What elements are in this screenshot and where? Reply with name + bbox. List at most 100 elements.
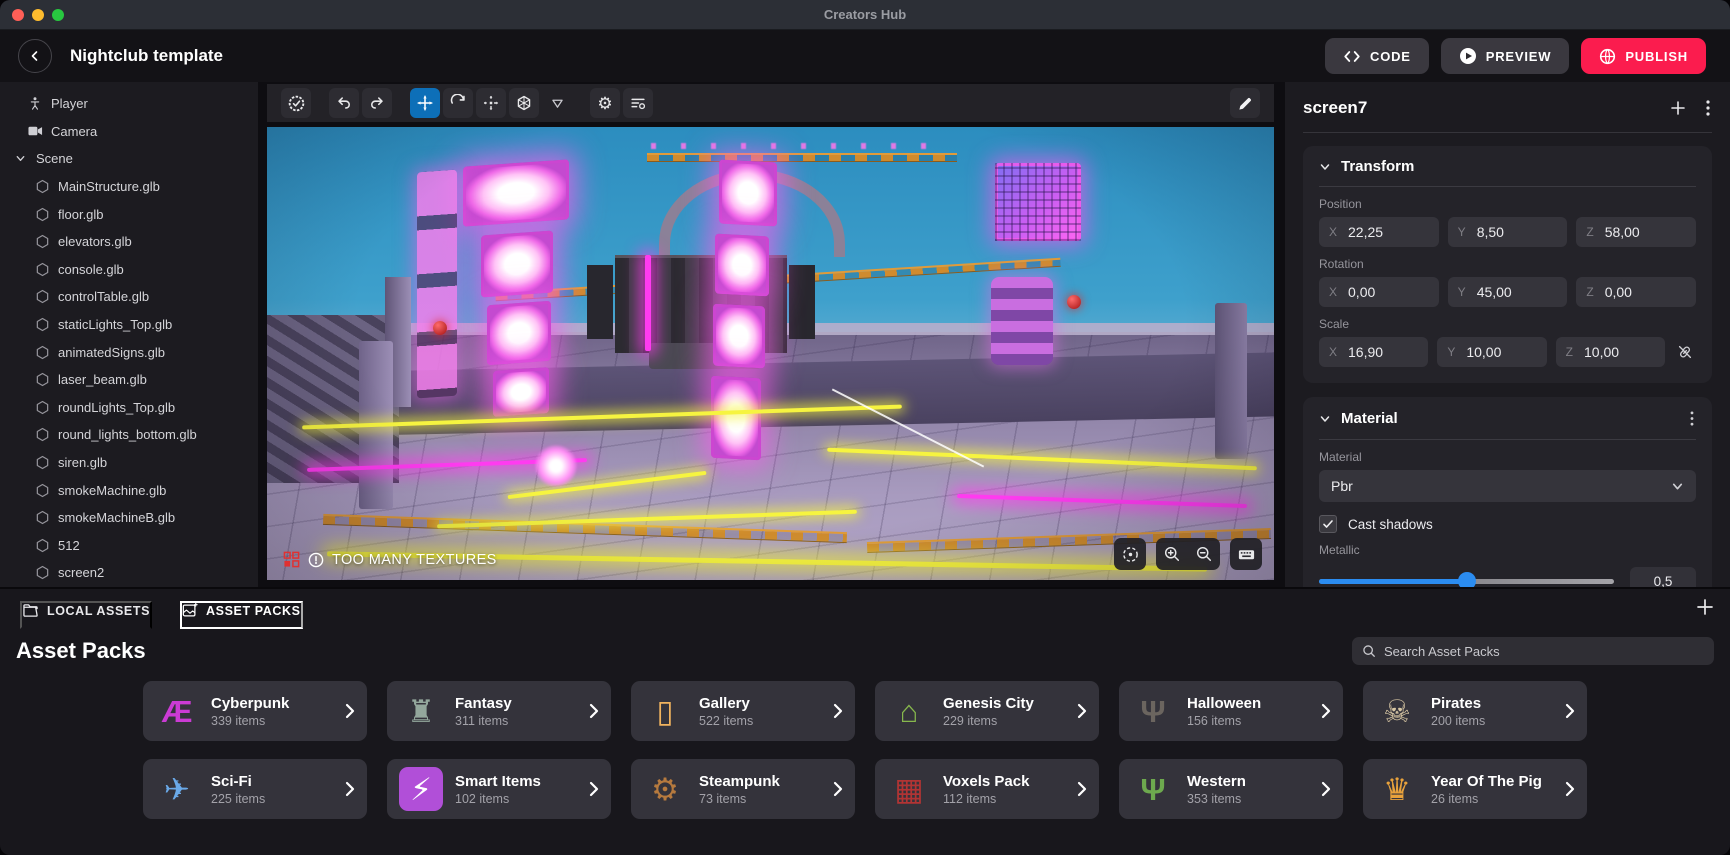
material-section-header[interactable]: Material [1319, 409, 1696, 428]
asset-pack-card-pirates[interactable]: ☠Pirates200 items [1363, 681, 1587, 741]
entity-hexagon-icon [34, 206, 50, 222]
tree-item-camera[interactable]: Camera [0, 118, 258, 146]
metallic-value-input[interactable]: 0,5 [1630, 567, 1696, 587]
tab-asset-packs[interactable]: ASSET PACKS [180, 601, 303, 629]
tree-item-label: elevators.glb [58, 234, 132, 249]
entity-hexagon-icon [34, 427, 50, 443]
move-tool-button[interactable] [410, 88, 440, 118]
publish-button[interactable]: PUBLISH [1581, 38, 1706, 74]
rotation-x-input[interactable]: X 0,00 [1319, 277, 1439, 307]
asset-pack-card-western[interactable]: ΨWestern353 items [1119, 759, 1343, 819]
viewport-controls [1114, 538, 1262, 570]
rotate-tool-button[interactable] [443, 88, 473, 118]
tree-item-elevators-glb[interactable]: elevators.glb [0, 228, 258, 256]
metallic-slider[interactable] [1319, 579, 1614, 584]
tree-item-round-lights-bottom-glb[interactable]: round_lights_bottom.glb [0, 421, 258, 449]
undo-button[interactable] [329, 88, 359, 118]
tree-item-controltable-glb[interactable]: controlTable.glb [0, 283, 258, 311]
add-component-button[interactable] [1668, 98, 1688, 118]
asset-pack-card-gallery[interactable]: ▯Gallery522 items [631, 681, 855, 741]
tree-item-smokemachine-glb[interactable]: smokeMachine.glb [0, 476, 258, 504]
asset-pack-name: Gallery [699, 694, 753, 714]
redo-button[interactable] [362, 88, 392, 118]
edit-pencil-button[interactable] [1230, 88, 1260, 118]
cast-shadows-label: Cast shadows [1348, 517, 1433, 532]
skull-crossbones-icon: ☠ [1375, 689, 1419, 733]
badge-check-button[interactable] [281, 88, 311, 118]
shortcuts-keyboard-icon [1237, 545, 1256, 564]
asset-pack-count: 229 items [943, 714, 1034, 728]
tree-item-mainstructure-glb[interactable]: MainStructure.glb [0, 173, 258, 201]
material-menu-button[interactable] [1688, 409, 1696, 428]
tree-item-label: Scene [36, 151, 73, 166]
zoom-window-button[interactable] [52, 9, 64, 21]
asset-pack-meta: Halloween156 items [1187, 694, 1261, 728]
focus-camera-button[interactable] [1114, 538, 1146, 570]
position-y-input[interactable]: Y8,50 [1448, 217, 1568, 247]
preview-button[interactable]: PREVIEW [1441, 38, 1570, 74]
project-title: Nightclub template [70, 46, 223, 66]
link-scale-button[interactable] [1674, 341, 1696, 363]
scale-y-input[interactable]: Y10,00 [1437, 337, 1546, 367]
entity-menu-button[interactable] [1704, 98, 1712, 118]
tree-item-console-glb[interactable]: console.glb [0, 256, 258, 284]
view-options-button[interactable] [623, 88, 653, 118]
zoom-in-button[interactable] [1156, 538, 1188, 570]
asset-pack-card-cyberpunk[interactable]: ÆCyberpunk339 items [143, 681, 367, 741]
scale-z-input[interactable]: Z10,00 [1556, 337, 1665, 367]
asset-pack-card-smart-items[interactable]: ⚡Smart Items102 items [387, 759, 611, 819]
minimize-window-button[interactable] [32, 9, 44, 21]
tab-local-assets[interactable]: LOCAL ASSETS [20, 601, 152, 629]
shortcuts-button[interactable] [1230, 538, 1262, 570]
settings-button[interactable]: ⚙ [590, 88, 620, 118]
metallic-slider-handle[interactable] [1458, 572, 1476, 587]
asset-pack-card-year-of-the-pig[interactable]: ♛Year Of The Pig26 items [1363, 759, 1587, 819]
badge-check-icon [287, 94, 306, 113]
asset-pack-name: Smart Items [455, 772, 541, 792]
tree-item-floor-glb[interactable]: floor.glb [0, 200, 258, 228]
asset-pack-card-halloween[interactable]: ΨHalloween156 items [1119, 681, 1343, 741]
axis-z-label: Z [1586, 285, 1593, 299]
tree-item-roundlights-top-glb[interactable]: roundLights_Top.glb [0, 394, 258, 422]
asset-pack-card-sci-fi[interactable]: ✈Sci-Fi225 items [143, 759, 367, 819]
asset-pack-card-voxels-pack[interactable]: ▦Voxels Pack112 items [875, 759, 1099, 819]
back-button[interactable] [18, 39, 52, 73]
tree-item-smokemachineb-glb[interactable]: smokeMachineB.glb [0, 504, 258, 532]
asset-pack-icon [182, 603, 198, 618]
rotation-z-input[interactable]: Z0,00 [1576, 277, 1696, 307]
asset-pack-count: 353 items [1187, 792, 1246, 806]
tree-item-scene[interactable]: Scene [0, 145, 258, 173]
gizmo-dropdown-button[interactable] [542, 88, 572, 118]
bounding-box-button[interactable] [509, 88, 539, 118]
transform-section-header[interactable]: Transform [1319, 158, 1696, 175]
viewport-3d-scene[interactable]: TOO MANY TEXTURES [267, 127, 1274, 580]
position-x-input[interactable]: X22,25 [1319, 217, 1439, 247]
position-z-input[interactable]: Z58,00 [1576, 217, 1696, 247]
tree-item-player[interactable]: Player [0, 90, 258, 118]
rotation-x-value: 0,00 [1348, 284, 1375, 300]
tree-item-screen2[interactable]: screen2 [0, 559, 258, 587]
asset-pack-card-fantasy[interactable]: ♜Fantasy311 items [387, 681, 611, 741]
rotation-y-input[interactable]: Y45,00 [1448, 277, 1568, 307]
tree-item-siren-glb[interactable]: siren.glb [0, 449, 258, 477]
add-asset-button[interactable] [1696, 598, 1714, 616]
asset-pack-meta: Fantasy311 items [455, 694, 512, 728]
asset-pack-name: Voxels Pack [943, 772, 1029, 792]
scale-inputs: X16,90 Y10,00 Z10,00 [1319, 337, 1696, 367]
material-select[interactable]: Pbr [1319, 470, 1696, 502]
close-window-button[interactable] [12, 9, 24, 21]
asset-pack-card-genesis-city[interactable]: ⌂Genesis City229 items [875, 681, 1099, 741]
cast-shadows-checkbox[interactable] [1319, 515, 1337, 533]
tree-item-512[interactable]: 512 [0, 532, 258, 560]
asset-pack-card-steampunk[interactable]: ⚙Steampunk73 items [631, 759, 855, 819]
scale-tool-button[interactable] [476, 88, 506, 118]
code-button[interactable]: CODE [1325, 38, 1429, 74]
search-asset-packs-input[interactable] [1384, 644, 1704, 659]
material-select-value: Pbr [1331, 478, 1353, 494]
scale-x-input[interactable]: X16,90 [1319, 337, 1428, 367]
tree-item-staticlights-top-glb[interactable]: staticLights_Top.glb [0, 311, 258, 339]
zoom-out-button[interactable] [1188, 538, 1220, 570]
axis-x-label: X [1329, 285, 1337, 299]
tree-item-animatedsigns-glb[interactable]: animatedSigns.glb [0, 338, 258, 366]
tree-item-laser-beam-glb[interactable]: laser_beam.glb [0, 366, 258, 394]
